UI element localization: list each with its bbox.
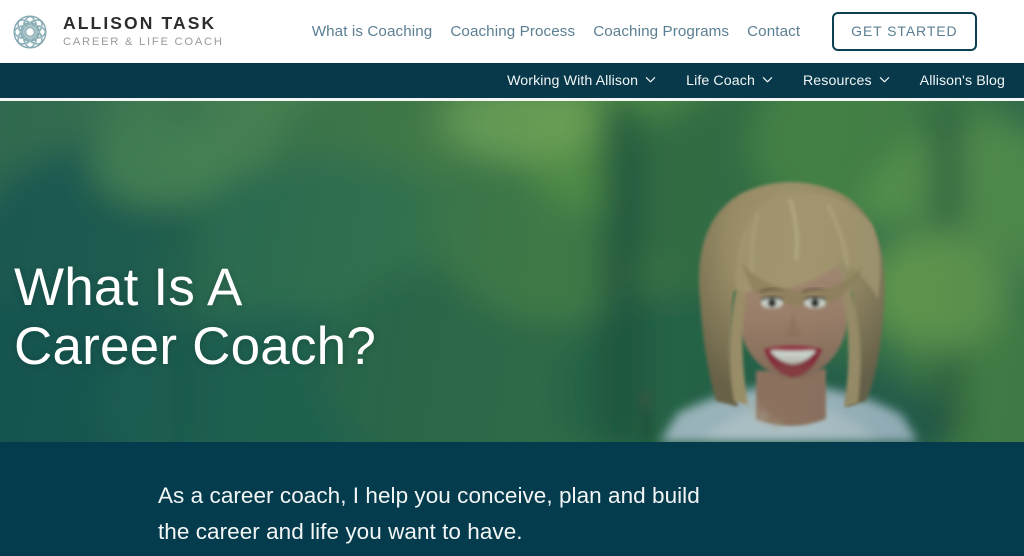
secondary-nav-item-allisons-blog[interactable]: Allison's Blog — [905, 73, 1020, 89]
secondary-nav-item-working-with-allison[interactable]: Working With Allison — [492, 73, 671, 89]
nav-item-contact[interactable]: Contact — [738, 19, 809, 44]
brand-text: ALLISON TASK CAREER & LIFE COACH — [63, 12, 224, 49]
celtic-knot-circle-logo-icon — [8, 10, 52, 54]
chevron-down-icon — [645, 74, 656, 85]
nav-item-coaching-process[interactable]: Coaching Process — [441, 19, 584, 44]
nav-item-coaching-programs[interactable]: Coaching Programs — [584, 19, 738, 44]
brand-logo-link[interactable]: ALLISON TASK CAREER & LIFE COACH — [8, 10, 224, 54]
chevron-down-icon — [762, 74, 773, 85]
primary-nav: What is Coaching Coaching Process Coachi… — [303, 12, 977, 51]
brand-name: ALLISON TASK — [63, 12, 217, 33]
secondary-nav-item-resources[interactable]: Resources — [788, 73, 905, 89]
intro-band: As a career coach, I help you conceive, … — [0, 442, 1024, 556]
secondary-nav-label: Resources — [802, 72, 872, 89]
chevron-down-icon — [879, 74, 890, 85]
secondary-nav-label: Life Coach — [686, 72, 755, 89]
secondary-nav-item-life-coach[interactable]: Life Coach — [671, 73, 788, 89]
get-started-button[interactable]: GET STARTED — [832, 12, 977, 51]
page-root: ALLISON TASK CAREER & LIFE COACH What is… — [0, 0, 1024, 556]
site-header: ALLISON TASK CAREER & LIFE COACH What is… — [0, 0, 1024, 63]
hero-section: What Is A Career Coach? — [0, 101, 1024, 442]
nav-item-what-is-coaching[interactable]: What is Coaching — [303, 19, 442, 44]
secondary-nav-label: Allison's Blog — [919, 72, 1005, 89]
secondary-nav: Working With Allison Life Coach Resource… — [0, 63, 1024, 98]
secondary-nav-label: Working With Allison — [507, 72, 639, 89]
intro-copy: As a career coach, I help you conceive, … — [158, 483, 700, 545]
page-title: What Is A Career Coach? — [14, 258, 377, 377]
brand-tagline: CAREER & LIFE COACH — [63, 36, 224, 49]
